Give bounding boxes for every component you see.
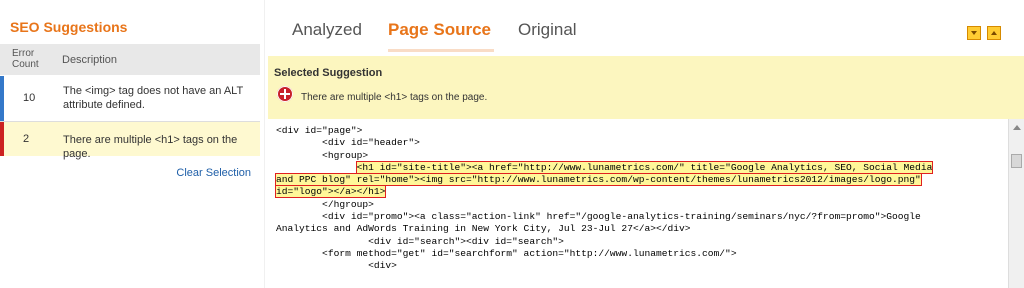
code-line: <hgroup> — [276, 149, 369, 161]
code-line: <div id="header"> — [276, 137, 420, 149]
code-line: <div id="promo"><a class="action-link" h… — [276, 211, 921, 223]
scroll-thumb[interactable] — [1011, 154, 1022, 168]
error-count-header-line1: Error — [12, 48, 35, 59]
active-tab-indicator — [388, 49, 494, 52]
selected-suggestion-text: There are multiple <h1> tags on the page… — [301, 92, 488, 103]
selected-suggestion-title: Selected Suggestion — [274, 67, 383, 79]
highlighted-code: and PPC blog" rel="home"><img src="http:… — [275, 173, 922, 187]
code-line-highlighted: and PPC blog" rel="home"><img src="http:… — [275, 173, 1000, 187]
description-header[interactable]: Description — [62, 54, 117, 66]
collapse-icon[interactable] — [987, 26, 1001, 40]
panel-divider — [264, 0, 265, 288]
suggestion-description: The <img> tag does not have an ALT attri… — [63, 85, 243, 111]
highlighted-code: <h1 id="site-title"><a href="http://www.… — [355, 160, 934, 174]
code-line-highlighted: id="logo"></a></h1> — [274, 185, 1000, 199]
code-line: Analytics and AdWords Training in New Yo… — [276, 223, 691, 235]
page-source-view[interactable]: <div id="page"> <div id="header"> <hgrou… — [268, 119, 1008, 288]
tab-page-source[interactable]: Page Source — [388, 20, 491, 40]
code-line: <form method="get" id="searchform" actio… — [276, 247, 737, 259]
view-tabs: Analyzed Page Source Original — [268, 0, 1024, 56]
code-line: <div id="search"><div id="search"> — [276, 235, 564, 247]
suggestions-table-header: Error Count Description — [0, 44, 260, 75]
error-plus-icon — [277, 86, 293, 102]
error-count-header[interactable]: Error Count — [12, 48, 44, 70]
status-bar — [0, 76, 4, 121]
seo-suggestions-panel: SEO Suggestions Error Count Description … — [0, 0, 260, 288]
code-line: </hgroup> — [276, 198, 374, 210]
expand-icon[interactable] — [967, 26, 981, 40]
panel-title: SEO Suggestions — [10, 19, 128, 35]
error-count-header-line2: Count — [12, 59, 39, 70]
error-count: 2 — [23, 133, 30, 145]
vertical-scrollbar[interactable] — [1008, 119, 1024, 288]
error-count: 10 — [23, 92, 36, 104]
suggestion-row-selected[interactable]: 2 There are multiple <h1> tags on the pa… — [0, 122, 260, 160]
suggestion-row[interactable]: 10 The <img> tag does not have an ALT at… — [0, 76, 260, 122]
highlighted-code: id="logo"></a></h1> — [274, 185, 387, 199]
clear-selection-link[interactable]: Clear Selection — [176, 167, 251, 179]
selected-suggestion-box: Selected Suggestion There are multiple <… — [268, 56, 1024, 119]
status-bar — [0, 122, 4, 156]
code-line: <div> — [276, 260, 397, 272]
code-line-highlighted: <h1 id="site-title"><a href="http://www.… — [276, 160, 1000, 174]
suggestion-description: There are multiple <h1> tags on the page… — [63, 134, 238, 160]
scroll-up-icon[interactable] — [1013, 125, 1021, 130]
tab-original[interactable]: Original — [518, 20, 577, 40]
tab-analyzed[interactable]: Analyzed — [292, 20, 362, 40]
code-line: <div id="page"> — [276, 125, 363, 136]
